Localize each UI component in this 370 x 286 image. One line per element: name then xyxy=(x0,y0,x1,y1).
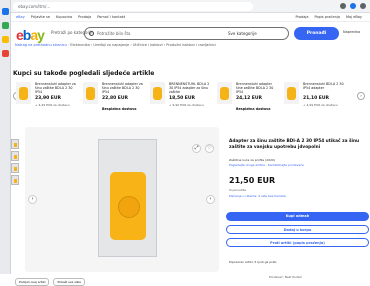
seller-links[interactable]: Pogledajte druge artikle · Kontaktirajte… xyxy=(229,163,304,167)
search-icon xyxy=(89,31,94,36)
search-button[interactable]: Pronađi xyxy=(294,27,339,40)
section-title: Kupci su takođe pogledali sljedeće artik… xyxy=(13,70,155,77)
search-category-select[interactable]: Sve kategorije xyxy=(222,27,289,40)
ebay-page: eBay Prijavite se Kupovina Prodaja Pomoć… xyxy=(11,13,370,286)
product-socket xyxy=(110,172,146,240)
product-thumbnail xyxy=(83,82,98,104)
breadcrumb-item[interactable]: Utičnice i kablovi xyxy=(133,43,163,47)
browser-toolbar: ebay.com/itm/... xyxy=(11,0,370,13)
thumbnail[interactable] xyxy=(11,151,19,161)
seller-bottom: Prodavač: Neki Podaci xyxy=(269,275,303,279)
product-card[interactable]: BRENNENSTUHL BDI-A 2 30 IP54 adapter za … xyxy=(150,82,212,132)
menu-icon[interactable] xyxy=(360,3,366,9)
product-title: Adapter za šinu zaštite BDI-A 2 30 IP54 … xyxy=(229,139,360,150)
view-all-images-button[interactable]: Prikaži sve slike xyxy=(53,278,86,286)
product-thumbnail xyxy=(284,82,299,104)
price: 21,50 EUR xyxy=(229,176,276,185)
breadcrumb: Natrag na prethodnu stranicu · Elektroni… xyxy=(15,43,216,47)
thumbnail[interactable] xyxy=(11,163,19,173)
carousel-next-button[interactable]: › xyxy=(357,92,365,100)
back-link[interactable]: Natrag na prethodnu stranicu xyxy=(15,43,67,47)
breadcrumb-item[interactable]: Uređaji za napajanje xyxy=(93,43,129,47)
ebay-logo[interactable]: ebay xyxy=(16,27,45,43)
product-thumbnail xyxy=(217,82,232,104)
address-bar[interactable]: ebay.com/itm/... xyxy=(13,2,253,11)
top-nav-item[interactable]: Prijavite se xyxy=(31,13,50,22)
share-button[interactable]: Podijeli ovaj artikl xyxy=(15,278,50,286)
prev-image-icon[interactable]: ‹ xyxy=(28,195,37,204)
image-actions: Podijeli ovaj artikl Prikaži sve slike xyxy=(15,278,86,286)
main-product-image[interactable]: ⤢ ♡ ‹ › xyxy=(25,127,219,272)
breadcrumb-item[interactable]: Elektronika xyxy=(70,43,90,47)
profile-icon[interactable] xyxy=(350,3,356,9)
top-nav-item[interactable]: Pomoć i kontakt xyxy=(97,13,125,22)
breadcrumb-item[interactable]: Produžni kablovi i razdjelnici xyxy=(166,43,216,47)
top-nav-item[interactable]: Prodaja xyxy=(78,13,91,22)
price-sub: Ili ponudite xyxy=(229,188,246,192)
heart-icon[interactable]: ♡ xyxy=(205,144,214,153)
seller-info: Zaštitna kuća za profile (2020) Pogledajt… xyxy=(229,158,304,167)
thumbnail[interactable] xyxy=(11,175,19,185)
top-nav-item[interactable]: Popis praćenja xyxy=(314,13,339,22)
product-card[interactable]: Brennenstuhl BDI-A 2 30 IP54 adapter 21,1… xyxy=(284,82,346,132)
tab-icon[interactable] xyxy=(2,22,9,29)
advanced-search-link[interactable]: Napredno xyxy=(343,30,360,34)
zoom-icon[interactable]: ⤢ xyxy=(192,144,201,153)
product-card[interactable]: Brennenstuhl adapter za šinu zaštite BDI… xyxy=(16,82,78,132)
top-nav-item[interactable]: Moj eBay xyxy=(346,13,362,22)
watch-button[interactable]: Prati artikl (popis praćenja) xyxy=(226,238,369,247)
buy-now-button[interactable]: Kupi odmah xyxy=(226,212,369,221)
top-nav-item[interactable]: Kupovina xyxy=(56,13,72,22)
payment-info[interactable]: Plaćanje u ratama: 4 rate bez kamata xyxy=(229,194,286,198)
popularity-note: Popularan artikl. 5 ljudi ga prati. xyxy=(229,260,278,264)
next-image-icon[interactable]: › xyxy=(206,195,215,204)
browser-sidebar xyxy=(0,0,11,274)
product-thumbnail xyxy=(16,82,31,104)
product-thumbnail xyxy=(150,82,165,104)
top-nav: eBay Prijavite se Kupovina Prodaja Pomoć… xyxy=(11,13,370,22)
thumbnail[interactable] xyxy=(11,139,19,149)
product-card[interactable]: Brennenstuhl adapter šine zaštite BDI-A … xyxy=(217,82,279,132)
product-card[interactable]: Brennenstuhl adapter za šinu zaštite BDI… xyxy=(83,82,145,132)
image-thumbnails xyxy=(11,139,20,187)
top-nav-item[interactable]: Prodaja xyxy=(295,13,308,22)
extension-icon[interactable] xyxy=(340,3,346,9)
top-nav-item[interactable]: eBay xyxy=(16,13,25,22)
tab-icon[interactable] xyxy=(2,8,9,15)
tab-icon[interactable] xyxy=(2,36,9,43)
add-to-cart-button[interactable]: Dodaj u korpu xyxy=(226,225,369,234)
tab-icon[interactable] xyxy=(2,50,9,57)
